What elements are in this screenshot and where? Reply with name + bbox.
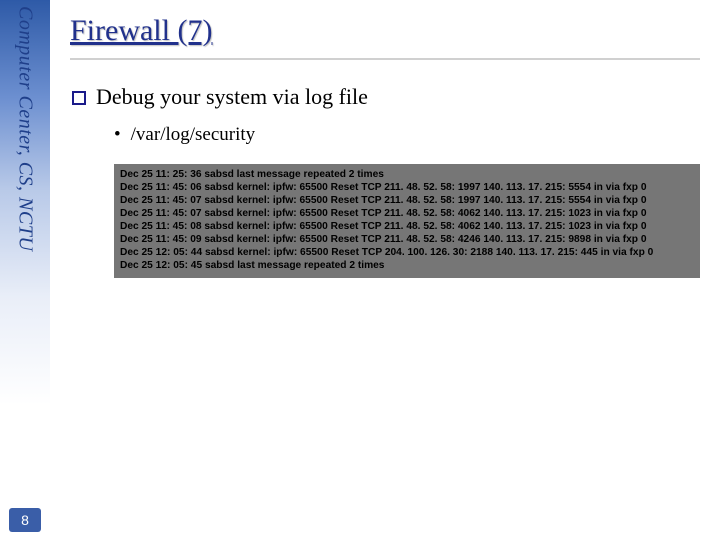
bullet-main: Debug your system via log file [72,84,700,110]
square-bullet-icon [72,91,86,105]
bullet-main-text: Debug your system via log file [96,84,368,109]
sidebar-org-text: Computer Center, CS, NCTU [14,6,37,251]
title-divider [70,58,700,60]
log-line: Dec 25 11: 45: 09 sabsd kernel: ipfw: 65… [120,233,694,246]
content-area: Firewall (7) Debug your system via log f… [70,14,700,278]
page-title: Firewall (7) [70,14,700,48]
log-line: Dec 25 12: 05: 44 sabsd kernel: ipfw: 65… [120,246,694,259]
sidebar-gradient: Computer Center, CS, NCTU [0,0,50,540]
log-line: Dec 25 12: 05: 45 sabsd last message rep… [120,259,694,272]
bullet-sub-text: /var/log/security [131,124,256,145]
log-line: Dec 25 11: 45: 07 sabsd kernel: ipfw: 65… [120,194,694,207]
log-line: Dec 25 11: 45: 08 sabsd kernel: ipfw: 65… [120,220,694,233]
slide: Computer Center, CS, NCTU 8 Firewall (7)… [0,0,720,540]
log-output-box: Dec 25 11: 25: 36 sabsd last message rep… [114,164,700,278]
log-line: Dec 25 11: 45: 06 sabsd kernel: ipfw: 65… [120,181,694,194]
page-number: 8 [0,512,50,528]
bullet-sub: /var/log/security [114,124,700,146]
log-line: Dec 25 11: 25: 36 sabsd last message rep… [120,168,694,181]
log-line: Dec 25 11: 45: 07 sabsd kernel: ipfw: 65… [120,207,694,220]
